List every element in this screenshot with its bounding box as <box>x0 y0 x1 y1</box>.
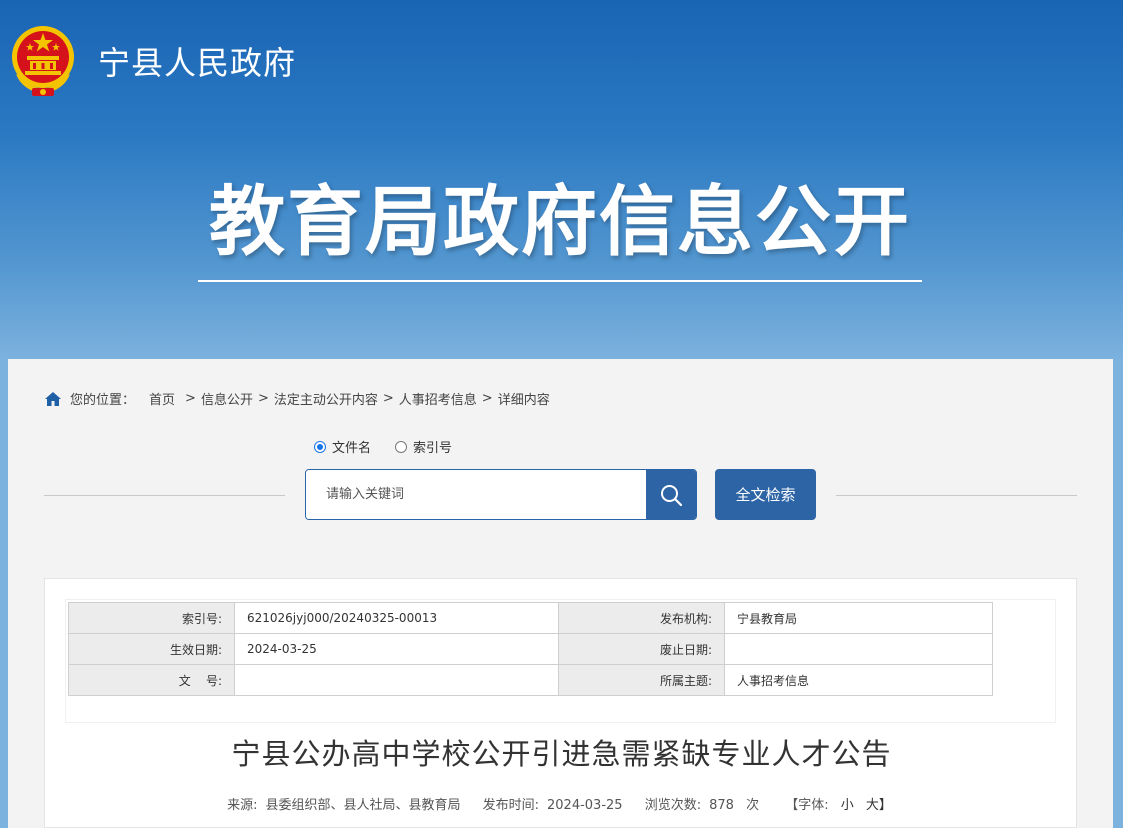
article-panel: 索引号: 621026jyj000/20240325-00013 发布机构: 宁… <box>44 578 1077 828</box>
publish-time-value: 2024-03-25 <box>547 798 623 813</box>
search-input[interactable] <box>306 470 648 519</box>
topic-label: 所属主题: <box>558 664 725 696</box>
font-small-button[interactable]: 小 <box>841 798 854 813</box>
article-title: 宁县公办高中学校公开引进急需紧缺专业人才公告 <box>231 737 892 771</box>
radio-index-number[interactable]: 索引号 <box>395 437 452 456</box>
font-large-button[interactable]: 大】 <box>866 798 892 813</box>
breadcrumb-separator: > <box>257 391 269 406</box>
radio-index-number-dot[interactable] <box>395 440 408 453</box>
expire-date-value <box>724 633 993 665</box>
source-label: 来源: <box>227 798 258 813</box>
index-number-label: 索引号: <box>68 602 235 634</box>
breadcrumb-separator: > <box>481 391 493 406</box>
search-left-divider <box>44 495 285 496</box>
breadcrumb-statutory-content[interactable]: 法定主动公开内容 <box>274 389 378 408</box>
source-value: 县委组织部、县人社局、县教育局 <box>265 798 461 813</box>
breadcrumb-personnel-recruitment[interactable]: 人事招考信息 <box>399 389 477 408</box>
meta-table: 索引号: 621026jyj000/20240325-00013 发布机构: 宁… <box>68 602 993 696</box>
banner-title: 教育局政府信息公开 <box>209 177 911 266</box>
topic-value: 人事招考信息 <box>724 664 993 696</box>
expire-date-label: 废止日期: <box>558 633 725 665</box>
radio-filename[interactable]: 文件名 <box>314 437 371 456</box>
table-row: 生效日期: 2024-03-25 废止日期: <box>68 633 993 665</box>
views-unit: 次 <box>746 798 760 813</box>
search-button[interactable] <box>646 470 696 519</box>
home-icon <box>45 391 61 406</box>
site-name[interactable]: 宁县人民政府 <box>98 38 296 84</box>
radio-index-number-label: 索引号 <box>413 441 453 456</box>
breadcrumb-label: 您的位置： <box>70 393 136 408</box>
breadcrumb: 您的位置： 首页 > 信息公开 > 法定主动公开内容 > 人事招考信息 > 详细… <box>44 389 550 408</box>
search-right-divider <box>836 495 1077 496</box>
meta-wrapper: 索引号: 621026jyj000/20240325-00013 发布机构: 宁… <box>65 599 1056 723</box>
content-area: 您的位置： 首页 > 信息公开 > 法定主动公开内容 > 人事招考信息 > 详细… <box>8 359 1113 828</box>
national-emblem-icon <box>12 26 74 96</box>
radio-filename-label: 文件名 <box>332 441 372 456</box>
views-count: 878 <box>709 798 734 813</box>
radio-filename-dot[interactable] <box>314 440 326 453</box>
breadcrumb-separator: > <box>185 391 196 406</box>
index-number-value: 621026jyj000/20240325-00013 <box>234 602 559 634</box>
breadcrumb-info-public[interactable]: 信息公开 <box>201 389 253 408</box>
search-box <box>305 469 697 520</box>
publisher-value: 宁县教育局 <box>724 602 993 634</box>
publisher-label: 发布机构: <box>558 602 725 634</box>
effective-date-value: 2024-03-25 <box>234 633 559 665</box>
breadcrumb-home[interactable]: 首页 <box>149 389 175 408</box>
table-row: 文 号: 所属主题: 人事招考信息 <box>68 664 993 696</box>
article-info: 来源: 县委组织部、县人社局、县教育局 发布时间: 2024-03-25 浏览次数:… <box>45 794 1078 813</box>
document-number-value <box>234 664 559 696</box>
search-type-options: 文件名 索引号 <box>314 437 476 456</box>
breadcrumb-detail: 详细内容 <box>497 393 550 408</box>
breadcrumb-separator: > <box>382 391 394 406</box>
publish-time-label: 发布时间: <box>482 798 539 813</box>
font-size-control: 【字体: 小 大】 <box>781 798 896 813</box>
font-size-label: 【字体: <box>785 798 829 813</box>
effective-date-label: 生效日期: <box>68 633 235 665</box>
search-icon <box>661 484 683 506</box>
fulltext-search-button[interactable]: 全文检索 <box>715 469 816 520</box>
banner-divider <box>198 280 922 282</box>
document-number-label: 文 号: <box>68 664 235 696</box>
table-row: 索引号: 621026jyj000/20240325-00013 发布机构: 宁… <box>68 602 993 634</box>
views-label: 浏览次数: <box>644 798 702 813</box>
